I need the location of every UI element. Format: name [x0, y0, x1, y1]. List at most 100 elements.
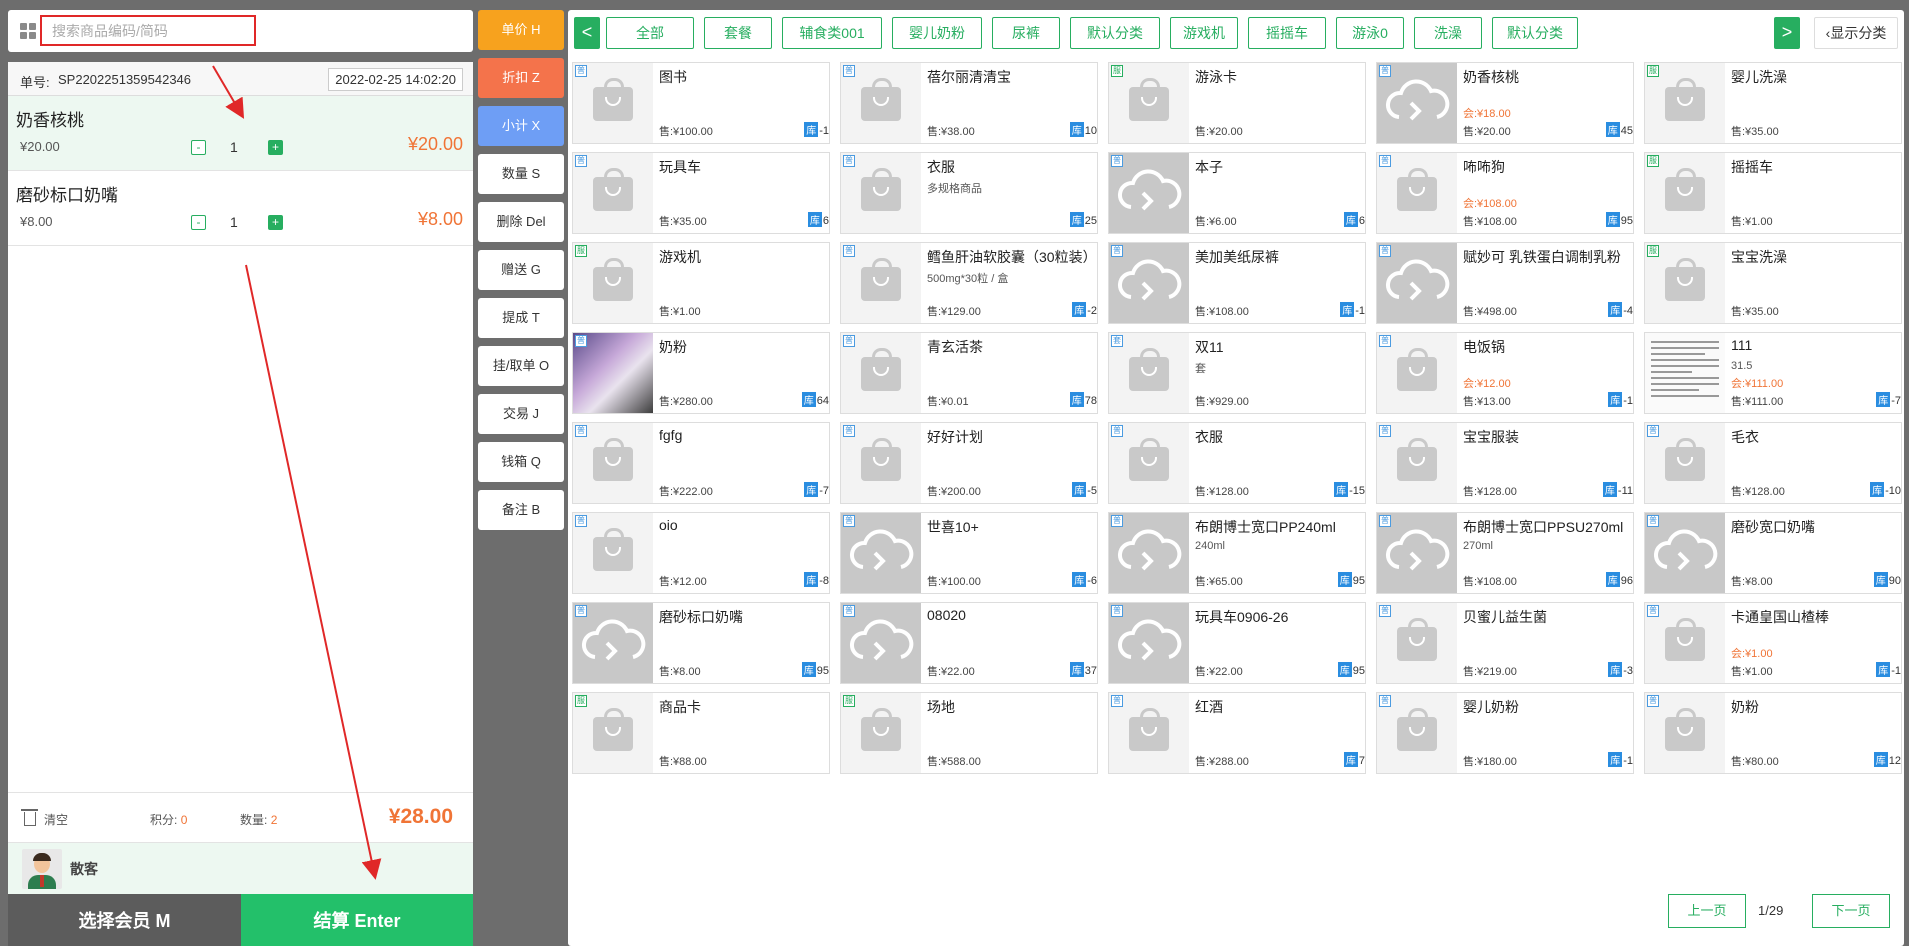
- product-card[interactable]: 普 鳕鱼肝油软胶囊（30粒装） 500mg*30粒 / 盒售:¥129.00 库 -2: [840, 242, 1098, 324]
- function-button[interactable]: 数量 S: [478, 154, 564, 194]
- product-card[interactable]: 普 蓓尔丽清清宝 售:¥38.00 库 10: [840, 62, 1098, 144]
- product-card[interactable]: 普 宝宝服装 售:¥128.00 库 -11: [1376, 422, 1634, 504]
- category-tab[interactable]: 尿裤: [992, 17, 1060, 49]
- function-button[interactable]: 交易 J: [478, 394, 564, 434]
- product-card[interactable]: 普 布朗博士宽口PP240ml 240ml 售:¥65.00 库 95: [1108, 512, 1366, 594]
- cloud-icon: [1645, 529, 1725, 593]
- product-card[interactable]: 普 图书 售:¥100.00 库 -1: [572, 62, 830, 144]
- product-card[interactable]: 普 玩具车 售:¥35.00 库 6: [572, 152, 830, 234]
- shopping-bag-icon: [1397, 438, 1437, 481]
- product-card[interactable]: 服 游戏机 售:¥1.00: [572, 242, 830, 324]
- qty-plus-button[interactable]: +: [268, 215, 283, 230]
- product-card[interactable]: 普 咘咘狗 会:¥108.00 售:¥108.00 库 95: [1376, 152, 1634, 234]
- next-page-button[interactable]: 下一页: [1812, 894, 1890, 928]
- function-button[interactable]: 删除 Del: [478, 202, 564, 242]
- product-card[interactable]: 普 奶香核桃 会:¥18.00 售:¥20.00 库 45: [1376, 62, 1634, 144]
- function-button[interactable]: 单价 H: [478, 10, 564, 50]
- product-stock: 库 -8: [804, 572, 829, 587]
- product-card[interactable]: 服 游泳卡 售:¥20.00: [1108, 62, 1366, 144]
- show-category-button[interactable]: ‹显示分类: [1814, 17, 1898, 49]
- cart-item-unit-price: ¥20.00: [20, 139, 60, 154]
- product-card[interactable]: 普 磨砂宽口奶嘴 售:¥8.00 库 90: [1644, 512, 1902, 594]
- product-card[interactable]: 普 好好计划 售:¥200.00 库 -5: [840, 422, 1098, 504]
- category-tab[interactable]: 婴儿奶粉: [892, 17, 982, 49]
- product-card[interactable]: 服 场地 售:¥588.00: [840, 692, 1098, 774]
- product-card[interactable]: 套 双11 套售:¥929.00: [1108, 332, 1366, 414]
- cart-item[interactable]: 磨砂标口奶嘴 ¥8.00 - 1 + ¥8.00: [8, 171, 473, 246]
- product-card[interactable]: 普 卡通皇国山楂棒 会:¥1.00 售:¥1.00 库 -1: [1644, 602, 1902, 684]
- product-card[interactable]: 服 宝宝洗澡 售:¥35.00: [1644, 242, 1902, 324]
- category-tab[interactable]: 默认分类: [1070, 17, 1160, 49]
- product-card[interactable]: 普 赋妙可 乳铁蛋白调制乳粉 售:¥498.00 库 -4: [1376, 242, 1634, 324]
- product-card[interactable]: 普 oio 售:¥12.00 库 -8: [572, 512, 830, 594]
- function-button[interactable]: 备注 B: [478, 490, 564, 530]
- product-card[interactable]: 普 毛衣 售:¥128.00 库 -10: [1644, 422, 1902, 504]
- product-card[interactable]: 普 布朗博士宽口PPSU270ml 270ml 售:¥108.00 库 96: [1376, 512, 1634, 594]
- product-type-badge: 普: [1647, 515, 1659, 527]
- category-tab[interactable]: 全部: [606, 17, 694, 49]
- product-card[interactable]: 普 世喜10+ 售:¥100.00 库 -6: [840, 512, 1098, 594]
- product-card[interactable]: 普 磨砂标口奶嘴 售:¥8.00 库 95: [572, 602, 830, 684]
- product-card[interactable]: 服 婴儿洗澡 售:¥35.00: [1644, 62, 1902, 144]
- product-card[interactable]: 111 31.5 会:¥111.00 售:¥111.00 库 -7: [1644, 332, 1902, 414]
- search-input[interactable]: [40, 15, 256, 46]
- product-card[interactable]: 服 商品卡 售:¥88.00: [572, 692, 830, 774]
- product-card[interactable]: 普 衣服 售:¥128.00 库 -15: [1108, 422, 1366, 504]
- product-card[interactable]: 服 摇摇车 售:¥1.00: [1644, 152, 1902, 234]
- product-price: 售:¥111.00: [1731, 396, 1784, 408]
- function-button[interactable]: 钱箱 Q: [478, 442, 564, 482]
- cloud-icon: [1377, 529, 1457, 593]
- product-card[interactable]: 普 衣服 多规格商品库 25: [840, 152, 1098, 234]
- category-prev-button[interactable]: <: [574, 17, 600, 49]
- cart-item[interactable]: 奶香核桃 ¥20.00 - 1 + ¥20.00: [8, 96, 473, 171]
- qty-minus-button[interactable]: -: [191, 140, 206, 155]
- product-type-badge: 普: [1111, 425, 1123, 437]
- function-button[interactable]: 赠送 G: [478, 250, 564, 290]
- qty-minus-button[interactable]: -: [191, 215, 206, 230]
- function-button[interactable]: 折扣 Z: [478, 58, 564, 98]
- product-card[interactable]: 普 贝蜜儿益生菌 售:¥219.00 库 -3: [1376, 602, 1634, 684]
- product-name: 08020: [927, 607, 966, 623]
- grid-menu-icon[interactable]: [20, 23, 38, 41]
- stock-value: 95: [816, 665, 829, 677]
- stock-label: 库: [1072, 302, 1087, 317]
- product-stock: 库 25: [1069, 212, 1097, 227]
- stock-label: 库: [1605, 122, 1620, 137]
- select-member-button[interactable]: 选择会员 M: [8, 894, 241, 946]
- product-stock: 库 10: [1069, 122, 1097, 137]
- stock-value: -1: [1355, 305, 1365, 317]
- qty-plus-button[interactable]: +: [268, 140, 283, 155]
- function-button[interactable]: 小计 X: [478, 106, 564, 146]
- category-tab[interactable]: 游泳0: [1336, 17, 1404, 49]
- category-next-button[interactable]: >: [1774, 17, 1800, 49]
- shopping-bag-icon: [1665, 618, 1705, 661]
- trash-icon[interactable]: [21, 809, 38, 826]
- product-card[interactable]: 普 fgfg 售:¥222.00 库 -7: [572, 422, 830, 504]
- function-button[interactable]: 挂/取单 O: [478, 346, 564, 386]
- product-card[interactable]: 普 青玄活茶 售:¥0.01 库 78: [840, 332, 1098, 414]
- product-card[interactable]: 普 美加美纸尿裤 售:¥108.00 库 -1: [1108, 242, 1366, 324]
- function-button[interactable]: 提成 T: [478, 298, 564, 338]
- product-stock: 库 12: [1873, 752, 1901, 767]
- category-tab[interactable]: 游戏机: [1170, 17, 1238, 49]
- product-price: 售:¥12.00: [659, 576, 707, 588]
- category-tab[interactable]: 辅食类001: [782, 17, 882, 49]
- category-tab[interactable]: 默认分类: [1492, 17, 1578, 49]
- category-tab[interactable]: 套餐: [704, 17, 772, 49]
- checkout-button[interactable]: 结算 Enter: [241, 894, 473, 946]
- product-card[interactable]: 普 红酒 售:¥288.00 库 7: [1108, 692, 1366, 774]
- product-card[interactable]: 普 玩具车0906-26 售:¥22.00 库 95: [1108, 602, 1366, 684]
- product-type-badge: 服: [1111, 65, 1123, 77]
- product-card[interactable]: 普 本子 售:¥6.00 库 6: [1108, 152, 1366, 234]
- prev-page-button[interactable]: 上一页: [1668, 894, 1746, 928]
- category-tab[interactable]: 洗澡: [1414, 17, 1482, 49]
- product-card[interactable]: 普 奶粉 售:¥80.00 库 12: [1644, 692, 1902, 774]
- clear-button[interactable]: 清空: [44, 811, 68, 828]
- product-card[interactable]: 普 电饭锅 会:¥12.00 售:¥13.00 库 -1: [1376, 332, 1634, 414]
- product-card[interactable]: 普 奶粉 售:¥280.00 库 64: [572, 332, 830, 414]
- member-row[interactable]: 散客: [8, 842, 473, 894]
- category-tab[interactable]: 摇摇车: [1248, 17, 1326, 49]
- product-card[interactable]: 普 婴儿奶粉 售:¥180.00 库 -1: [1376, 692, 1634, 774]
- product-name: 奶香核桃: [1463, 69, 1519, 85]
- product-card[interactable]: 普 08020 售:¥22.00 库 37: [840, 602, 1098, 684]
